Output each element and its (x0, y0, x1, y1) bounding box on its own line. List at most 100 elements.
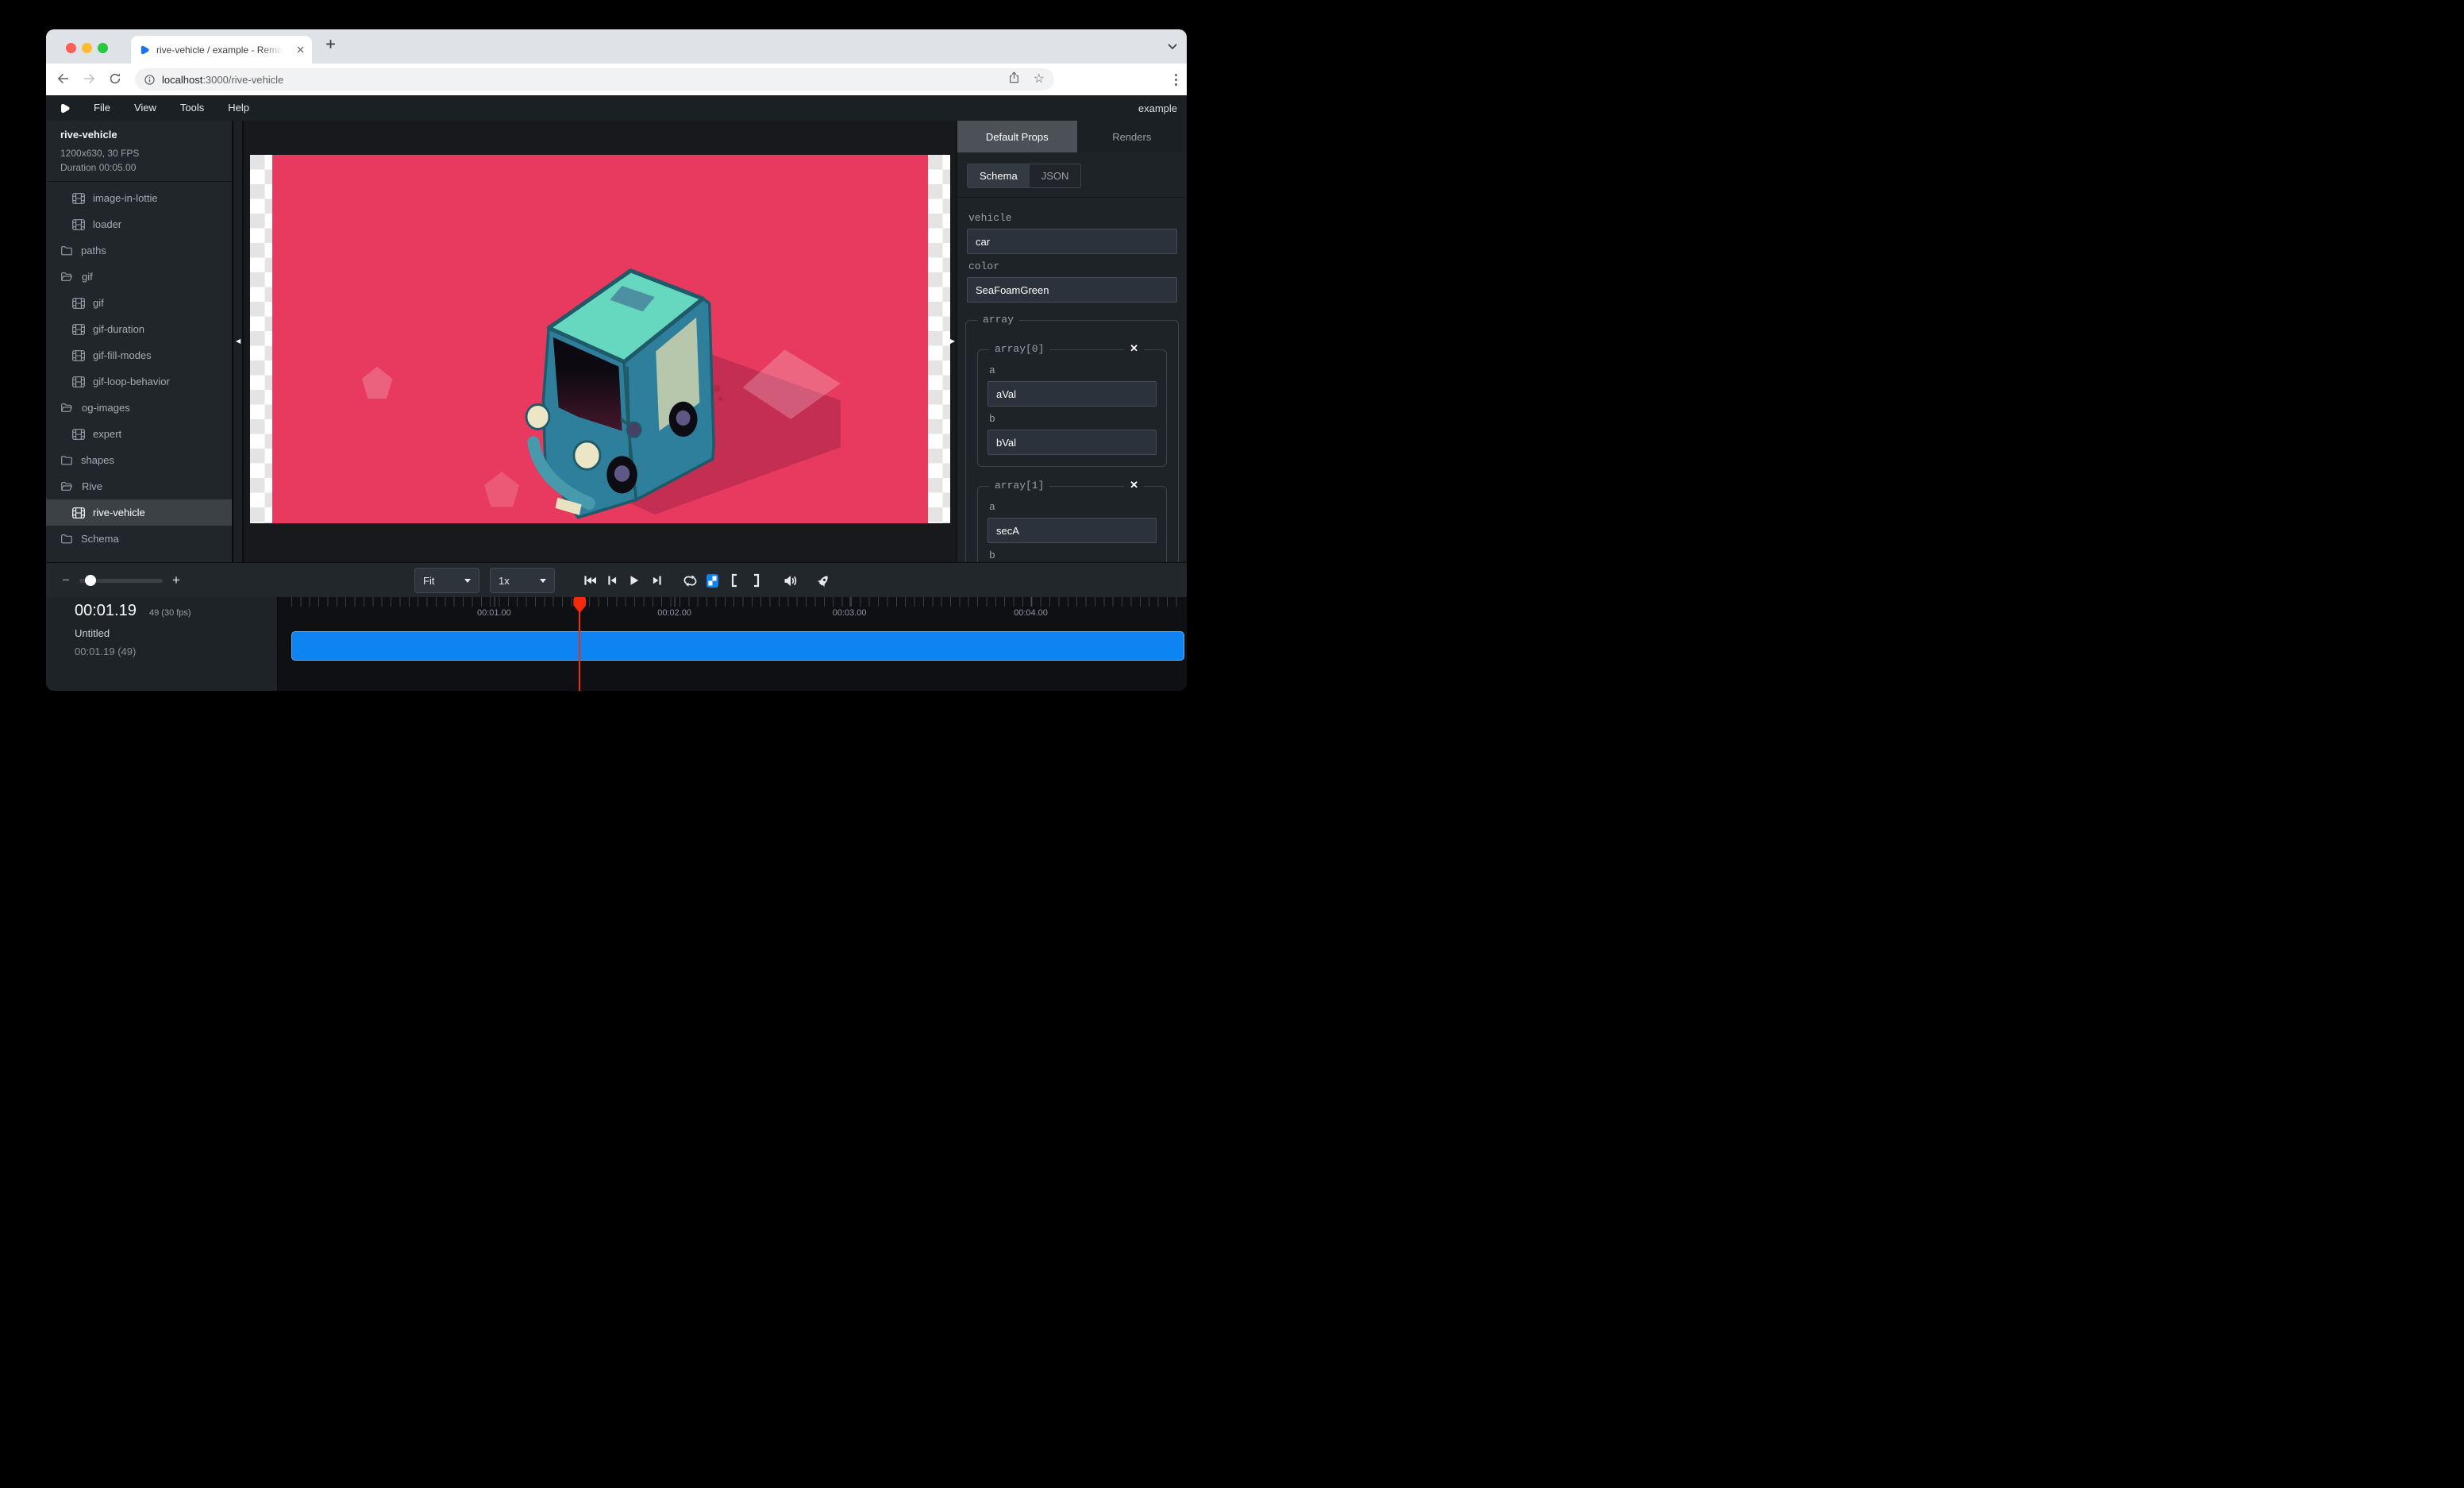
array[0]-a-input[interactable]: aVal (988, 381, 1157, 407)
zoom-in-button[interactable]: + (172, 572, 180, 588)
out-point-bracket-button[interactable] (745, 568, 768, 593)
tab-close-icon[interactable] (297, 46, 304, 53)
timeline-track[interactable] (291, 631, 1184, 661)
render-rocket-button[interactable] (812, 568, 834, 593)
ruler-label-00:04.00: 00:04.00 (1014, 608, 1048, 618)
canvas-size-select[interactable]: Fit (414, 568, 479, 593)
minimize-window-button[interactable] (82, 43, 92, 53)
in-point-bracket-button[interactable] (723, 568, 745, 593)
film-icon (72, 298, 85, 309)
track-name: Untitled (75, 627, 110, 639)
film-icon (72, 324, 85, 335)
array[0]-b-input[interactable]: bVal (988, 430, 1157, 455)
current-frame-fps: 49 (30 fps) (149, 608, 191, 618)
tab-renders[interactable]: Renders (1077, 121, 1187, 152)
next-frame-button[interactable] (645, 568, 668, 593)
color-input[interactable]: SeaFoamGreen (967, 277, 1177, 303)
preview-zoom-slider[interactable] (79, 579, 163, 583)
chevron-down-icon (464, 579, 471, 583)
transparency-checkerboard-button[interactable] (701, 568, 723, 593)
film-icon (72, 376, 85, 387)
sidebar-item-expert[interactable]: expert (46, 421, 232, 447)
loop-button[interactable] (679, 568, 701, 593)
jump-to-start-button[interactable] (579, 568, 601, 593)
menu-items: FileViewToolsHelp (82, 101, 261, 115)
timeline-ruler[interactable]: 00:01.0000:02.0000:03.0000:04.00 (291, 597, 1184, 607)
schema-json-toggle: SchemaJSON (967, 164, 1081, 188)
folder-open-icon (60, 403, 74, 413)
previous-frame-button[interactable] (601, 568, 623, 593)
sidebar-item-og-images[interactable]: og-images (46, 395, 232, 421)
new-tab-button[interactable] (325, 39, 336, 49)
sidebar-item-Rive[interactable]: Rive (46, 473, 232, 499)
film-icon (72, 507, 85, 518)
menu-tools[interactable]: Tools (168, 102, 216, 114)
menu-help[interactable]: Help (216, 102, 261, 114)
collapse-sidebar-icon[interactable]: ◀ (236, 338, 241, 345)
composition-title: rive-vehicle (60, 129, 232, 141)
volume-button[interactable] (779, 568, 801, 593)
browser-window: rive-vehicle / example - Remot localhost… (46, 29, 1187, 691)
sidebar-item-shapes[interactable]: shapes (46, 447, 232, 473)
remotion-logo-icon[interactable] (59, 102, 71, 114)
vehicle-input[interactable]: car (967, 229, 1177, 254)
sidebar-item-paths[interactable]: paths (46, 237, 232, 264)
menu-view[interactable]: View (122, 102, 168, 114)
tab-search-chevron-icon[interactable] (1168, 44, 1177, 49)
reload-button[interactable] (110, 73, 121, 84)
array[1]-a-input[interactable]: secA (988, 518, 1157, 543)
remove-array-item-icon[interactable]: ✕ (1124, 342, 1144, 355)
project-name-label: example (1138, 102, 1187, 114)
address-bar[interactable]: localhost:3000/rive-vehicle ☆ (135, 68, 1054, 91)
play-button[interactable] (623, 568, 645, 593)
tab-title: rive-vehicle / example - Remot (156, 44, 283, 56)
share-icon[interactable] (1009, 71, 1019, 87)
bookmark-star-icon[interactable]: ☆ (1034, 73, 1045, 86)
sidebar-item-gif[interactable]: gif (46, 290, 232, 316)
sidebar-item-Schema[interactable]: Schema (46, 526, 232, 552)
sidebar-resize-gutter[interactable]: ◀ (232, 121, 244, 562)
film-icon (72, 429, 85, 440)
ruler-label-00:02.00: 00:02.00 (657, 608, 691, 618)
sidebar-item-gif-fill-modes[interactable]: gif-fill-modes (46, 342, 232, 368)
folder-icon (60, 534, 73, 544)
sidebar-item-gif-duration[interactable]: gif-duration (46, 316, 232, 342)
sidebar-item-gif[interactable]: gif (46, 264, 232, 290)
browser-tab[interactable]: rive-vehicle / example - Remot (131, 36, 312, 64)
menu-file[interactable]: File (82, 102, 122, 114)
zoom-out-button[interactable]: − (62, 572, 70, 588)
toggle-schema[interactable]: Schema (968, 164, 1030, 187)
track-duration: 00:01.19 (49) (75, 646, 136, 657)
ruler-label-00:01.00: 00:01.00 (477, 608, 511, 618)
playback-buttons (579, 568, 834, 593)
toggle-json[interactable]: JSON (1030, 164, 1081, 187)
collapse-props-panel-icon[interactable]: ▶ (950, 338, 955, 345)
close-window-button[interactable] (66, 43, 76, 53)
folder-open-icon (60, 481, 74, 492)
tab-default-props[interactable]: Default Props (957, 121, 1077, 152)
playback-toolbar: − + Fit 1x (46, 562, 1187, 597)
sidebar-item-rive-vehicle[interactable]: rive-vehicle (46, 499, 232, 526)
sidebar-item-image-in-lottie[interactable]: image-in-lottie (46, 185, 232, 211)
forward-button[interactable] (83, 73, 95, 84)
fullscreen-window-button[interactable] (98, 43, 108, 53)
film-icon (72, 193, 85, 204)
main-content: rive-vehicle 1200x630, 30 FPS Duration 0… (46, 121, 1187, 562)
array-fieldset: array array[0] ✕ aaValbbVal array[1] ✕ a… (965, 320, 1179, 562)
playback-speed-select[interactable]: 1x (490, 568, 555, 593)
zoom-slider-thumb[interactable] (85, 575, 96, 586)
sidebar-item-loader[interactable]: loader (46, 211, 232, 237)
folder-icon (60, 455, 73, 465)
back-button[interactable] (57, 73, 69, 84)
browser-toolbar: localhost:3000/rive-vehicle ☆ (46, 64, 1187, 95)
compositions-list: image-in-lottieloaderpathsgifgifgif-dura… (46, 182, 232, 552)
array-fieldset-legend: array (977, 314, 1019, 326)
remove-array-item-icon[interactable]: ✕ (1124, 479, 1144, 492)
browser-menu-icon[interactable] (1175, 74, 1177, 86)
vehicle-illustration (272, 155, 928, 523)
browser-tabstrip: rive-vehicle / example - Remot (46, 29, 1187, 64)
composition-canvas[interactable] (250, 155, 950, 523)
sidebar-item-gif-loop-behavior[interactable]: gif-loop-behavior (46, 368, 232, 395)
site-info-icon[interactable] (144, 75, 155, 85)
preview-area: ▶ (244, 121, 957, 562)
